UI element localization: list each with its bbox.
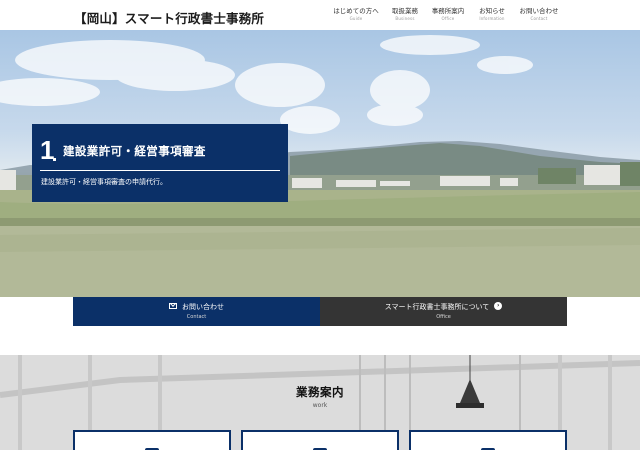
nav-sublabel: Contact [530,16,548,21]
hero-subtitle: 建設業許可・経営事項審査の申請代行。 [41,178,167,186]
contact-button-label: お問い合わせ [182,303,224,311]
nav-label: 事務所案内 [431,7,465,15]
nav-sublabel: Office [441,16,455,21]
nav-label: お問い合わせ [519,7,559,15]
hero-caption-box: 1 建設業許可・経営事項審査 建設業許可・経営事項審査の申請代行。 [32,124,288,202]
hero-title: 建設業許可・経営事項審査 [63,144,206,158]
work-card-3[interactable] [409,430,567,450]
nav-item-guide[interactable]: はじめての方へ Guide [333,7,379,22]
nav-sublabel: Information [479,16,505,21]
nav-sublabel: Guide [349,16,363,21]
work-card-1[interactable] [73,430,231,450]
office-button-label-row: スマート行政書士事務所について › [320,302,567,312]
nav-label: お知らせ [479,7,505,15]
site-logo[interactable]: 【岡山】スマート行政書士事務所 [74,8,264,27]
work-section: 業務案内 work [0,355,640,450]
work-card-2[interactable] [241,430,399,450]
mail-icon [169,303,177,309]
contact-button-sublabel: Contact [186,314,207,320]
work-section-title: 業務案内 [296,385,344,399]
nav-label: 取扱業務 [392,7,418,15]
office-button-label: スマート行政書士事務所について [384,303,490,311]
hero-number-dot [53,158,56,161]
office-about-button[interactable]: スマート行政書士事務所について › Office [320,297,567,326]
arrow-circle-icon: › [494,302,503,310]
hero-divider [40,170,280,171]
contact-button[interactable]: お問い合わせ Contact [73,297,320,326]
site-header: 【岡山】スマート行政書士事務所 はじめての方へ Guide 取扱業務 Busin… [0,0,640,30]
nav-label: はじめての方へ [333,7,379,15]
nav-item-contact[interactable]: お問い合わせ Contact [518,7,560,22]
nav-item-office[interactable]: 事務所案内 Office [430,7,466,22]
work-section-subtitle: work [312,402,328,409]
nav-item-business[interactable]: 取扱業務 Business [388,7,422,22]
nav-item-information[interactable]: お知らせ Information [476,7,508,22]
hero-slider: 1 建設業許可・経営事項審査 建設業許可・経営事項審査の申請代行。 [0,30,640,297]
nav-sublabel: Business [395,16,415,21]
contact-button-label-row: お問い合わせ [73,302,320,312]
office-button-sublabel: Office [436,314,451,320]
